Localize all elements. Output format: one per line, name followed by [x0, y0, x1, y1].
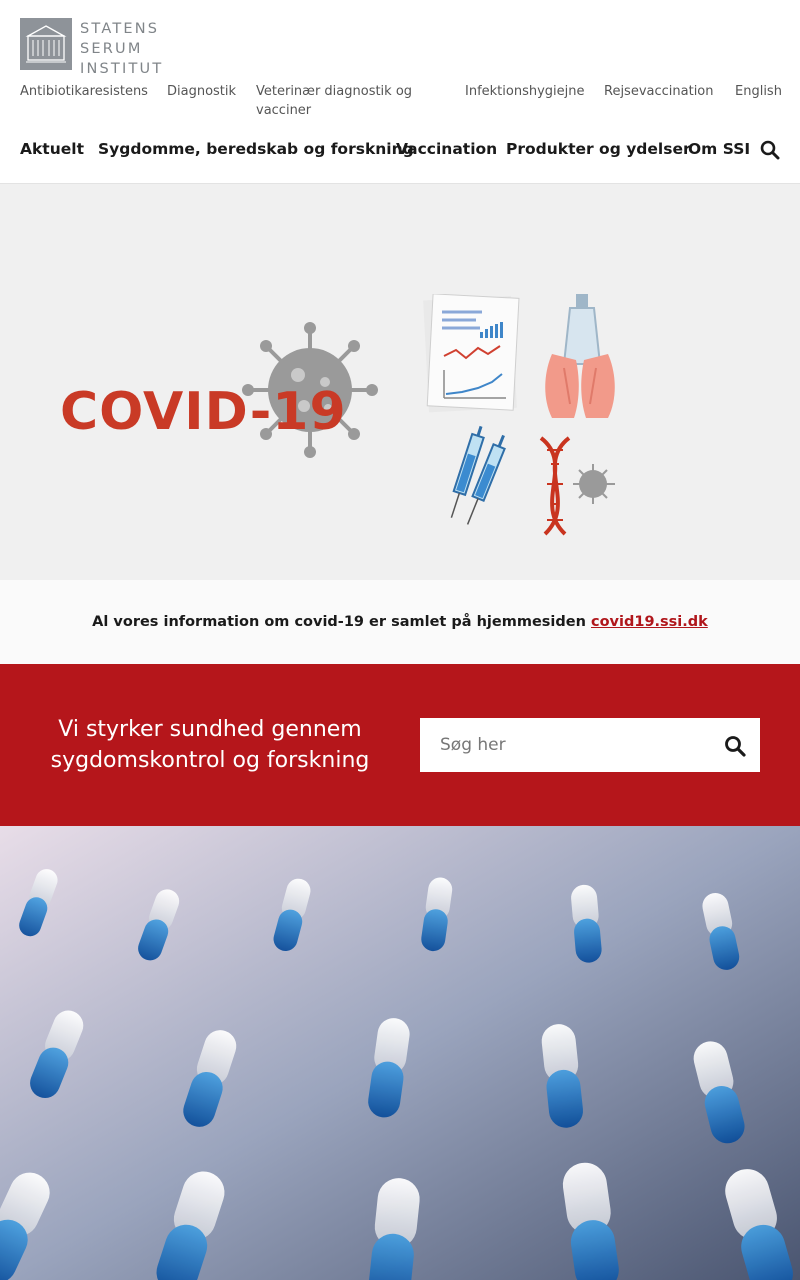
util-link-english[interactable]: English: [735, 82, 782, 101]
search-submit-button[interactable]: [724, 735, 746, 757]
covid-banner-text: Al vores information om covid-19 er saml…: [92, 614, 586, 630]
ssi-logo[interactable]: STATENS SERUM INSTITUT: [20, 18, 163, 79]
utility-nav: Antibiotikaresistens Diagnostik Veterinæ…: [0, 82, 800, 122]
util-link-infektionshygiejne[interactable]: Infektionshygiejne: [465, 82, 585, 101]
logo-line-2: SERUM: [80, 41, 143, 57]
covid-wordmark: COVID-19: [60, 382, 347, 442]
logo-wordmark: STATENS SERUM INSTITUT: [80, 19, 163, 79]
logo-line-3: INSTITUT: [80, 61, 164, 77]
covid-hero[interactable]: COVID-19: [0, 184, 800, 580]
nav-om-ssi[interactable]: Om SSI: [688, 138, 750, 160]
search-input[interactable]: [420, 718, 710, 772]
search-icon: [725, 736, 746, 757]
nav-produkter[interactable]: Produkter og ydelser: [506, 138, 691, 160]
site-search-box: [420, 718, 760, 772]
site-header: STATENS SERUM INSTITUT Antibiotikaresist…: [0, 0, 800, 184]
util-link-rejsevaccination[interactable]: Rejsevaccination: [604, 82, 714, 101]
main-nav: Aktuelt Sygdomme, beredskab og forskning…: [0, 138, 800, 162]
nav-sygdomme[interactable]: Sygdomme, beredskab og forskning: [98, 138, 414, 160]
capsules-blister-pack-image: [0, 826, 800, 1280]
report-document-icon: [423, 294, 520, 413]
util-link-diagnostik[interactable]: Diagnostik: [167, 82, 236, 101]
covid-banner-text-wrap: Al vores information om covid-19 er saml…: [92, 614, 708, 630]
logo-line-1: STATENS: [80, 21, 160, 37]
nav-vaccination[interactable]: Vaccination: [396, 138, 497, 160]
covid19-link[interactable]: covid19.ssi.dk: [591, 614, 708, 630]
hero-red-band: Vi styrker sundhed gennem sygdomskontrol…: [0, 664, 800, 826]
dna-virus-icon: [539, 436, 615, 536]
syringes-icon: [450, 425, 506, 525]
util-link-veterinaer[interactable]: Veterinær diagnostik og vacciner: [256, 82, 446, 120]
capsules-photo: [0, 826, 800, 1280]
nav-aktuelt[interactable]: Aktuelt: [20, 138, 84, 160]
util-link-antibiotikaresistens[interactable]: Antibiotikaresistens: [20, 82, 148, 101]
tagline: Vi styrker sundhed gennem sygdomskontrol…: [50, 717, 370, 773]
search-icon[interactable]: [760, 140, 780, 160]
covid-info-banner: Al vores information om covid-19 er saml…: [0, 580, 800, 664]
hand-sanitizer-icon: [545, 294, 615, 418]
ssi-building-logo-icon: [20, 18, 72, 70]
